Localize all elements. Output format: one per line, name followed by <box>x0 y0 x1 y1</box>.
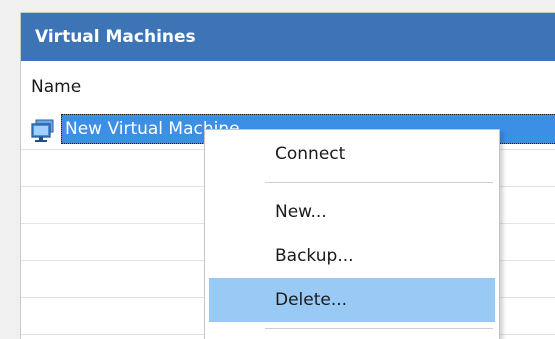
column-header-name[interactable]: Name <box>21 61 555 113</box>
menu-item-delete[interactable]: Delete... <box>209 278 495 322</box>
menu-item-connect[interactable]: Connect <box>209 132 495 176</box>
virtual-machine-icon <box>31 119 54 142</box>
context-menu: Connect New... Backup... Delete... <box>204 129 500 339</box>
menu-item-backup[interactable]: Backup... <box>209 234 495 278</box>
panel-title: Virtual Machines <box>21 13 555 61</box>
menu-separator <box>265 328 493 329</box>
page: Virtual Machines Name New Virtual Machin… <box>0 0 555 339</box>
menu-separator <box>265 182 493 183</box>
menu-item-new[interactable]: New... <box>209 190 495 234</box>
